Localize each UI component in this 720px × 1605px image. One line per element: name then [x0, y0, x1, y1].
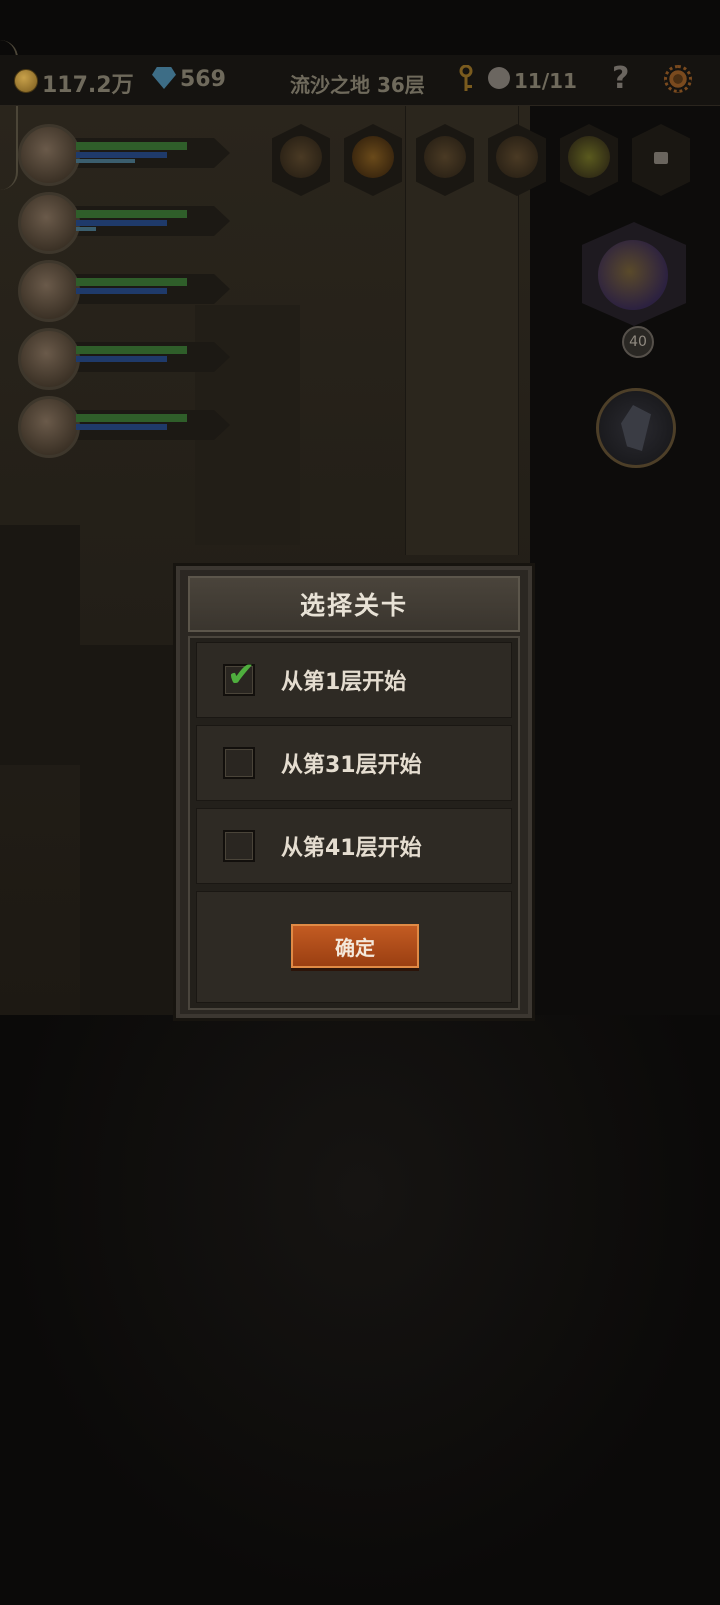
floor-tile	[0, 525, 80, 765]
item-slot-feather[interactable]	[560, 124, 618, 196]
option-floor-41[interactable]: 从第41层开始	[196, 808, 512, 884]
select-stage-dialog: 选择关卡 ✔ 从第1层开始 从第31层开始 从第41层开始 确定	[176, 566, 532, 1018]
item-slot-pumpkin[interactable]	[344, 124, 402, 196]
skill-button[interactable]	[596, 388, 676, 468]
gold-coin-icon	[14, 69, 38, 93]
bell-icon	[496, 136, 538, 178]
option-label: 从第1层开始	[281, 670, 407, 695]
dialog-title: 选择关卡	[188, 576, 520, 632]
hero-portrait[interactable]	[18, 328, 80, 390]
hero-slot[interactable]	[18, 396, 230, 458]
pumpkin-icon	[352, 136, 394, 178]
hero-hp-bar	[76, 346, 187, 354]
diamond-icon	[152, 67, 176, 89]
lock-icon	[654, 152, 668, 164]
option-label: 从第41层开始	[281, 836, 422, 861]
hero-portrait[interactable]	[18, 124, 80, 186]
hero-slot[interactable]	[18, 192, 230, 254]
hero-portrait[interactable]	[18, 396, 80, 458]
hero-hp-bar	[76, 210, 187, 218]
hero-mp-bar	[76, 356, 167, 362]
key-icon	[459, 65, 473, 91]
gem-amount: 569	[180, 67, 226, 92]
hero-mp-bar	[76, 288, 167, 294]
hero-mp-bar	[76, 152, 167, 158]
hero-mp-bar	[76, 220, 167, 226]
floor-location: 流沙之地 36层	[290, 73, 425, 97]
help-button[interactable]: ?	[612, 61, 629, 96]
option-floor-1[interactable]: ✔ 从第1层开始	[196, 642, 512, 718]
item-slot-coffin[interactable]	[272, 124, 330, 196]
boss-level-badge: 40	[622, 326, 654, 358]
item-slot-locked[interactable]	[632, 124, 690, 196]
checkmark-icon: ✔	[227, 655, 256, 695]
hero-slot[interactable]	[18, 260, 230, 322]
coffin-icon	[280, 136, 322, 178]
unexplored-area	[0, 1015, 720, 1605]
gold-amount: 117.2万	[42, 73, 134, 98]
hero-hp-bar	[76, 142, 187, 150]
hero-mp-bar	[76, 424, 167, 430]
hero-portrait[interactable]	[18, 192, 80, 254]
hero-hp-bar	[76, 278, 187, 286]
confirm-button[interactable]: 确定	[291, 924, 419, 968]
checkbox[interactable]: ✔	[223, 658, 256, 696]
kill-count: 11/11	[514, 69, 577, 93]
reaper-skill-icon	[621, 405, 651, 451]
hero-portrait[interactable]	[18, 260, 80, 322]
settings-gear-icon[interactable]	[664, 65, 692, 93]
item-slot-bell[interactable]	[488, 124, 546, 196]
skull-icon	[488, 67, 510, 89]
top-hud: 117.2万 569 流沙之地 36层 11/11 ?	[0, 55, 720, 106]
hero-hp-bar	[76, 414, 187, 422]
item-slot-scroll[interactable]	[416, 124, 474, 196]
checkbox[interactable]	[223, 830, 255, 862]
option-label: 从第31层开始	[281, 753, 422, 778]
boss-face	[598, 240, 668, 310]
hero-slot[interactable]	[18, 328, 230, 390]
checkbox[interactable]	[223, 747, 255, 779]
option-floor-31[interactable]: 从第31层开始	[196, 725, 512, 801]
hero-exp-bar	[76, 159, 135, 163]
scroll-icon	[424, 136, 466, 178]
feather-icon	[568, 136, 610, 178]
confirm-row: 确定	[196, 891, 512, 1003]
hero-slot[interactable]	[18, 124, 230, 186]
dialog-body: ✔ 从第1层开始 从第31层开始 从第41层开始 确定	[188, 636, 520, 1010]
hero-exp-bar	[76, 227, 96, 231]
